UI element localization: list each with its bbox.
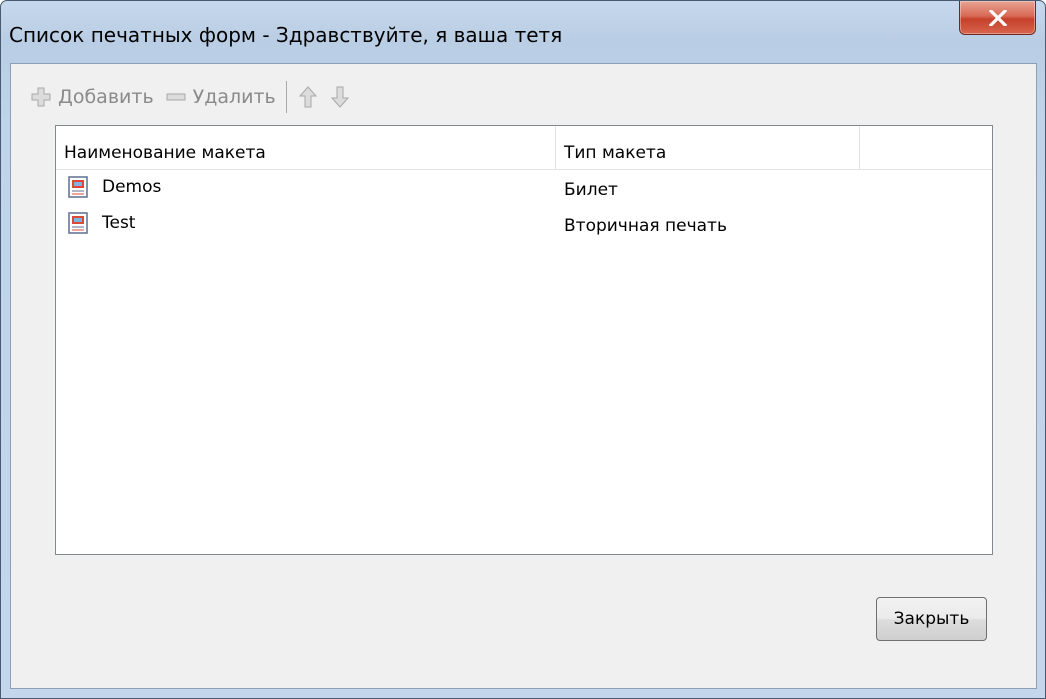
dialog-window: Список печатных форм - Здравствуйте, я в… <box>0 0 1046 699</box>
row-type: Вторичная печать <box>564 216 727 236</box>
arrow-up-icon <box>298 86 317 108</box>
delete-button-label: Удалить <box>192 86 276 108</box>
close-x-icon <box>989 10 1007 26</box>
add-button[interactable]: Добавить <box>31 86 154 108</box>
column-header-extra[interactable] <box>860 126 994 170</box>
list-item[interactable]: Demos Билет <box>56 170 992 206</box>
move-up-button[interactable] <box>298 86 317 108</box>
print-forms-list[interactable]: Наименование макета Тип макета Demos Бил… <box>55 125 993 555</box>
title-bar[interactable]: Список печатных форм - Здравствуйте, я в… <box>1 1 1045 63</box>
column-header-name[interactable]: Наименование макета <box>56 126 556 170</box>
delete-button[interactable]: Удалить <box>166 86 276 108</box>
row-name: Demos <box>102 177 162 197</box>
window-title: Список печатных форм - Здравствуйте, я в… <box>9 23 563 47</box>
column-header-type[interactable]: Тип макета <box>556 126 860 170</box>
toolbar: Добавить Удалить <box>31 80 363 114</box>
move-down-button[interactable] <box>330 86 349 108</box>
add-button-label: Добавить <box>58 86 154 108</box>
toolbar-separator <box>285 81 287 113</box>
document-icon <box>68 212 88 234</box>
document-icon <box>68 176 88 198</box>
arrow-down-icon <box>330 86 349 108</box>
minus-icon <box>166 93 186 101</box>
row-type: Билет <box>564 180 618 200</box>
list-header: Наименование макета Тип макета <box>56 126 992 170</box>
dialog-client-area: Добавить Удалить Наименование макета Тип… <box>10 63 1037 689</box>
list-item[interactable]: Test Вторичная печать <box>56 206 992 242</box>
row-name: Test <box>102 213 136 233</box>
close-button[interactable]: Закрыть <box>876 597 987 641</box>
window-close-button[interactable] <box>959 1 1036 35</box>
plus-icon <box>31 87 51 107</box>
